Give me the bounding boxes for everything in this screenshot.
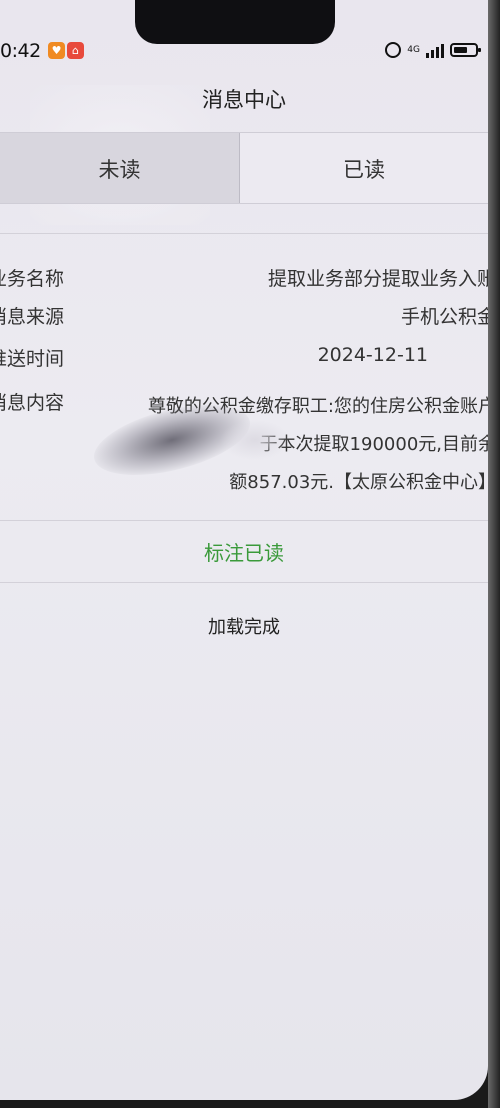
- mark-read-button[interactable]: 标注已读: [0, 526, 488, 580]
- phone-screen: 0:42 ♥ ⌂ 4G 消息中心 未读 已读 业务名称 提取业务部分提取业务入账…: [0, 0, 488, 1100]
- alarm-icon: [385, 42, 402, 58]
- push-time-label: 推送时间: [0, 348, 65, 370]
- tab-unread[interactable]: 未读: [0, 133, 240, 203]
- app-notification-icon-2: ⌂: [67, 42, 84, 59]
- battery-icon: [450, 43, 481, 57]
- push-time-value: 2024-12-11: [317, 344, 428, 366]
- source-value: 手机公积金: [400, 306, 488, 328]
- tab-read[interactable]: 已读: [240, 133, 488, 203]
- load-status: 加载完成: [208, 617, 280, 638]
- divider: [0, 520, 488, 521]
- network-type: 4G: [407, 44, 420, 55]
- phone-bezel: [488, 0, 500, 1108]
- divider: [0, 582, 488, 583]
- status-time: 0:42: [0, 40, 41, 62]
- business-name-label: 业务名称: [0, 268, 65, 290]
- app-notification-icon: ♥: [48, 42, 65, 59]
- source-label: 消息来源: [0, 306, 65, 328]
- page-title: 消息中心: [202, 88, 286, 112]
- tab-bar: 未读 已读: [0, 132, 488, 204]
- section-spacer: [0, 203, 488, 234]
- status-indicators: 4G: [385, 42, 481, 58]
- signal-icon: [426, 42, 444, 58]
- status-bar: 0:42 ♥ ⌂ 4G: [0, 30, 488, 70]
- business-name-value: 提取业务部分提取业务入账: [267, 268, 488, 290]
- redaction-smudge-2: [220, 420, 290, 460]
- content-label: 消息内容: [0, 392, 65, 414]
- message-card: 业务名称 提取业务部分提取业务入账 消息来源 手机公积金 推送时间 2024-1…: [0, 240, 488, 520]
